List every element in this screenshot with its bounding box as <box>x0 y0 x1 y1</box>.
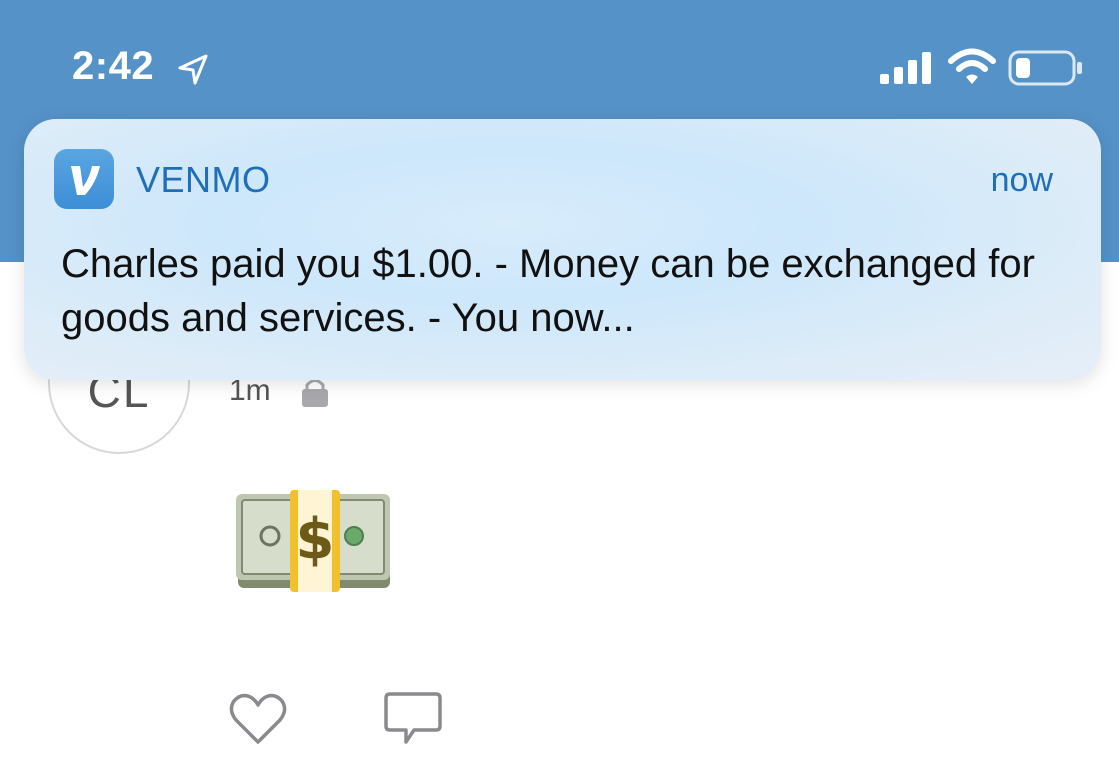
status-time: 2:42 <box>72 44 155 88</box>
notification-message: Charles paid you $1.00. - Money can be e… <box>61 242 1035 340</box>
comment-icon[interactable] <box>384 690 442 748</box>
notification-app-name: VENMO <box>136 159 271 200</box>
wifi-icon <box>948 48 996 84</box>
heart-icon[interactable] <box>228 690 288 746</box>
notification-time: now <box>990 161 1053 199</box>
svg-text:$: $ <box>296 507 335 572</box>
cellular-signal-icon <box>880 52 931 84</box>
battery-icon <box>1008 50 1082 86</box>
lock-icon <box>302 379 328 407</box>
location-arrow-icon <box>178 54 208 85</box>
money-bag-emoji: $ <box>236 490 390 592</box>
venmo-v-icon <box>54 149 114 209</box>
notification-banner[interactable]: VENMO now Charles paid you $1.00. - Mone… <box>24 119 1101 380</box>
